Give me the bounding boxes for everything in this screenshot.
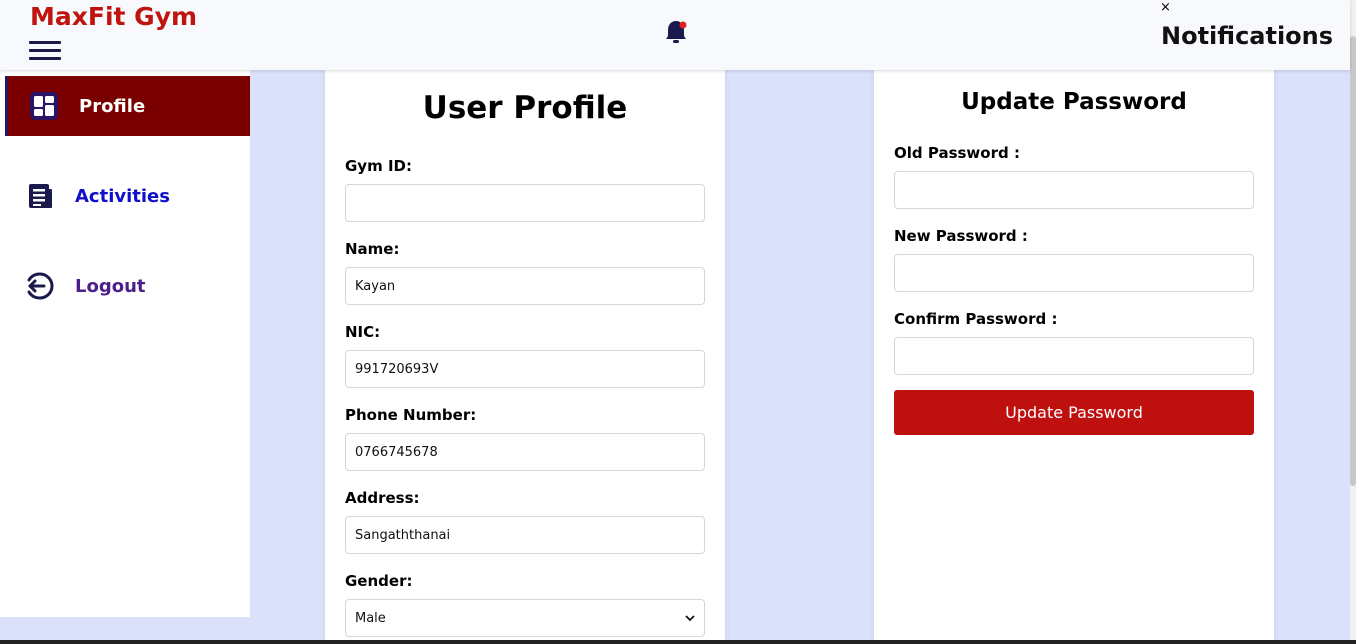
gym-id-label: Gym ID: [345,157,412,175]
sidebar-item-label: Logout [75,275,146,297]
notifications-title: Notifications [1161,22,1334,50]
phone-input[interactable]: 0766745678 [345,433,705,471]
update-password-button[interactable]: Update Password [894,390,1254,435]
brand-logo: MaxFit Gym [30,2,198,31]
page-title: User Profile [422,90,628,126]
sidebar-item-label: Activities [75,185,170,207]
old-password-input[interactable] [894,171,1254,209]
confirm-password-label: Confirm Password : [894,310,1058,328]
gender-select-value: Male [355,610,386,626]
bottom-edge [0,640,1356,644]
menu-icon[interactable] [29,40,61,62]
new-password-label: New Password : [894,227,1028,245]
top-bar: MaxFit Gym × Notifications [0,0,1350,70]
logout-icon [23,269,57,303]
gender-select[interactable]: Male [345,599,705,637]
address-input[interactable]: Sangaththanai [345,516,705,554]
old-password-label: Old Password : [894,144,1020,162]
dashboard-icon [27,89,61,123]
name-label: Name: [345,240,400,258]
gender-label: Gender: [345,572,413,590]
scrollbar-thumb[interactable] [1350,36,1356,486]
user-profile-card: User Profile Gym ID: Name: Kayan NIC: 99… [325,70,725,644]
chevron-down-icon [685,611,695,626]
confirm-password-input[interactable] [894,337,1254,375]
nic-label: NIC: [345,323,381,341]
update-password-card: Update Password Old Password : New Passw… [874,70,1274,644]
close-icon[interactable]: × [1160,0,1171,15]
scrollbar[interactable] [1350,0,1356,644]
nic-input[interactable]: 991720693V [345,350,705,388]
password-title: Update Password [961,89,1187,115]
sidebar: Profile Activities Logout [0,70,250,617]
document-list-icon [23,179,57,213]
address-label: Address: [345,489,420,507]
sidebar-item-label: Profile [79,95,146,117]
phone-label: Phone Number: [345,406,477,424]
new-password-input[interactable] [894,254,1254,292]
gym-id-input[interactable] [345,184,705,222]
name-input[interactable]: Kayan [345,267,705,305]
sidebar-item-profile[interactable]: Profile [5,76,250,136]
bell-icon[interactable] [663,18,689,46]
sidebar-item-activities[interactable]: Activities [5,166,250,226]
sidebar-item-logout[interactable]: Logout [5,256,250,316]
